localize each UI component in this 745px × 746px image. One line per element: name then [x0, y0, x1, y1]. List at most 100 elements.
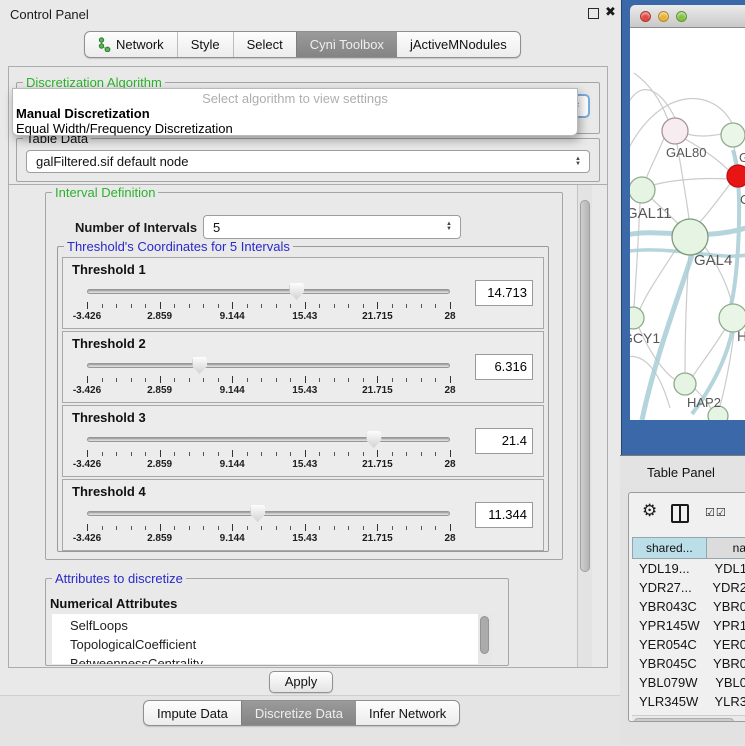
slider-track[interactable] — [87, 289, 450, 294]
tick-label: 28 — [444, 311, 455, 322]
threshold-value-field[interactable]: 11.344 — [475, 502, 533, 528]
scrollbar-thumb[interactable] — [634, 718, 734, 722]
table-cell[interactable]: YBL0 — [708, 673, 745, 692]
list-item[interactable]: SelfLoops — [52, 616, 478, 635]
slider-thumb[interactable] — [289, 283, 304, 300]
popup-option[interactable]: Manual Discretization — [16, 106, 574, 121]
table-cell[interactable]: YPR145W — [632, 616, 706, 635]
threshold-slider[interactable] — [87, 356, 450, 376]
number-of-intervals-combobox[interactable]: 5 ▲▼ — [203, 215, 461, 239]
threshold-label: Threshold 2 — [72, 336, 146, 351]
popup-option[interactable]: Equal Width/Frequency Discretization — [16, 121, 574, 136]
threshold-slider[interactable] — [87, 430, 450, 450]
table-cell[interactable]: YDR27... — [632, 578, 705, 597]
slider-tick-labels: -3.4262.8599.14415.4321.71528 — [87, 311, 450, 323]
slider-thumb[interactable] — [192, 357, 207, 374]
table-row[interactable]: YDL19...YDL1 — [632, 559, 745, 578]
close-traffic-light-icon[interactable] — [640, 11, 651, 22]
table-cell[interactable]: YER054C — [632, 635, 706, 654]
table-cell[interactable]: YDL19... — [632, 559, 707, 578]
threshold-value-field[interactable]: 21.4 — [475, 428, 533, 454]
svg-text:H: H — [737, 328, 745, 344]
table-row[interactable]: YIL053CYIL0 — [632, 711, 745, 714]
settings-vertical-scrollbar[interactable] — [577, 185, 592, 667]
numerical-attributes-list[interactable]: SelfLoopsTopologicalCoefficientBetweenne… — [52, 614, 492, 664]
table-cell[interactable]: YDL1 — [707, 559, 745, 578]
table-cell[interactable]: YLR345W — [632, 692, 707, 711]
apply-button[interactable]: Apply — [269, 671, 333, 693]
slider-track[interactable] — [87, 437, 450, 442]
table-cell[interactable]: YBL079W — [632, 673, 708, 692]
table-cell[interactable]: YER0 — [706, 635, 745, 654]
list-item[interactable]: TopologicalCoefficient — [52, 635, 478, 654]
table-row[interactable]: YBR045CYBR0 — [632, 654, 745, 673]
node-gcy1[interactable] — [630, 307, 644, 329]
table-data-combobox[interactable]: galFiltered.sif default node ▲▼ — [26, 150, 590, 173]
tab-infer-network[interactable]: Infer Network — [356, 701, 459, 726]
list-vertical-scrollbar[interactable] — [478, 614, 492, 664]
slider-thumb[interactable] — [366, 431, 381, 448]
threshold-slider[interactable] — [87, 504, 450, 524]
tick-label: 2.859 — [147, 533, 172, 544]
node-partial-right[interactable] — [721, 123, 745, 147]
table-cell[interactable]: YBR0 — [706, 597, 745, 616]
float-window-icon[interactable] — [588, 8, 599, 19]
slider-track[interactable] — [87, 363, 450, 368]
table-cell[interactable]: YLR3 — [707, 692, 745, 711]
group-title: Interval Definition — [52, 185, 158, 200]
table-cell[interactable]: YBR043C — [632, 597, 706, 616]
tab-impute-data[interactable]: Impute Data — [144, 701, 241, 726]
node-gal4[interactable] — [672, 219, 708, 255]
tab-jactivemnodules[interactable]: jActiveMNodules — [397, 32, 520, 57]
column-header-name[interactable]: na — [707, 537, 745, 559]
threshold-slider[interactable] — [87, 282, 450, 302]
network-window-titlebar[interactable] — [630, 5, 745, 28]
node-gal80[interactable] — [662, 118, 688, 144]
columns-icon[interactable] — [671, 504, 689, 523]
tick-label: 9.144 — [220, 533, 245, 544]
slider-thumb[interactable] — [250, 505, 265, 522]
table-row[interactable]: YLR345WYLR3 — [632, 692, 745, 711]
table-row[interactable]: YPR145WYPR1 — [632, 616, 745, 635]
table-row[interactable]: YBL079WYBL0 — [632, 673, 745, 692]
threshold-value-field[interactable]: 6.316 — [475, 354, 533, 380]
node-hap2[interactable] — [674, 373, 696, 395]
tick-label: 2.859 — [147, 385, 172, 396]
node-selected-red[interactable] — [727, 165, 745, 187]
slider-track[interactable] — [87, 511, 450, 516]
tab-discretize-data[interactable]: Discretize Data — [241, 701, 356, 726]
table-horizontal-scrollbar[interactable] — [632, 715, 745, 722]
slider-tick-labels: -3.4262.8599.14415.4321.71528 — [87, 459, 450, 471]
checkbox-filter-icons[interactable]: ☑☑ — [705, 506, 727, 519]
scrollbar-thumb[interactable] — [480, 616, 489, 654]
tick-label: 28 — [444, 533, 455, 544]
table-panel-title: Table Panel — [647, 465, 715, 480]
list-item[interactable]: BetweennessCentrality — [52, 654, 478, 664]
tab-cyni-toolbox[interactable]: Cyni Toolbox — [296, 32, 397, 57]
gear-icon[interactable]: ⚙ — [642, 501, 657, 521]
tab-label: Style — [191, 37, 220, 52]
table-cell[interactable]: YPR1 — [706, 616, 745, 635]
tab-network[interactable]: Network — [85, 32, 177, 57]
tick-label: 21.715 — [362, 459, 393, 470]
table-cell[interactable]: YBR0 — [706, 654, 745, 673]
table-row[interactable]: YER054CYER0 — [632, 635, 745, 654]
threshold-value-field[interactable]: 14.713 — [475, 280, 533, 306]
network-view-canvas[interactable]: GAL80 GA GAL11 GAL4 GCY1 H HAP2 C — [630, 28, 745, 420]
table-cell[interactable]: YIL053C — [632, 711, 709, 714]
slider-ticks — [87, 302, 450, 310]
table-cell[interactable]: YDR2 — [705, 578, 745, 597]
close-icon[interactable]: ✖ — [605, 4, 616, 20]
table-row[interactable]: YBR043CYBR0 — [632, 597, 745, 616]
node-gal11[interactable] — [630, 177, 655, 203]
table-cell[interactable]: YIL0 — [709, 711, 743, 714]
threshold-4-panel: Threshold 4 -3.4262.8599.14415.4321.7152… — [62, 479, 544, 551]
table-cell[interactable]: YBR045C — [632, 654, 706, 673]
zoom-traffic-light-icon[interactable] — [676, 11, 687, 22]
table-row[interactable]: YDR27...YDR2 — [632, 578, 745, 597]
minimize-traffic-light-icon[interactable] — [658, 11, 669, 22]
tab-select[interactable]: Select — [233, 32, 296, 57]
scrollbar-thumb[interactable] — [580, 200, 590, 572]
column-header-shared[interactable]: shared... — [632, 537, 707, 559]
tab-style[interactable]: Style — [177, 32, 233, 57]
